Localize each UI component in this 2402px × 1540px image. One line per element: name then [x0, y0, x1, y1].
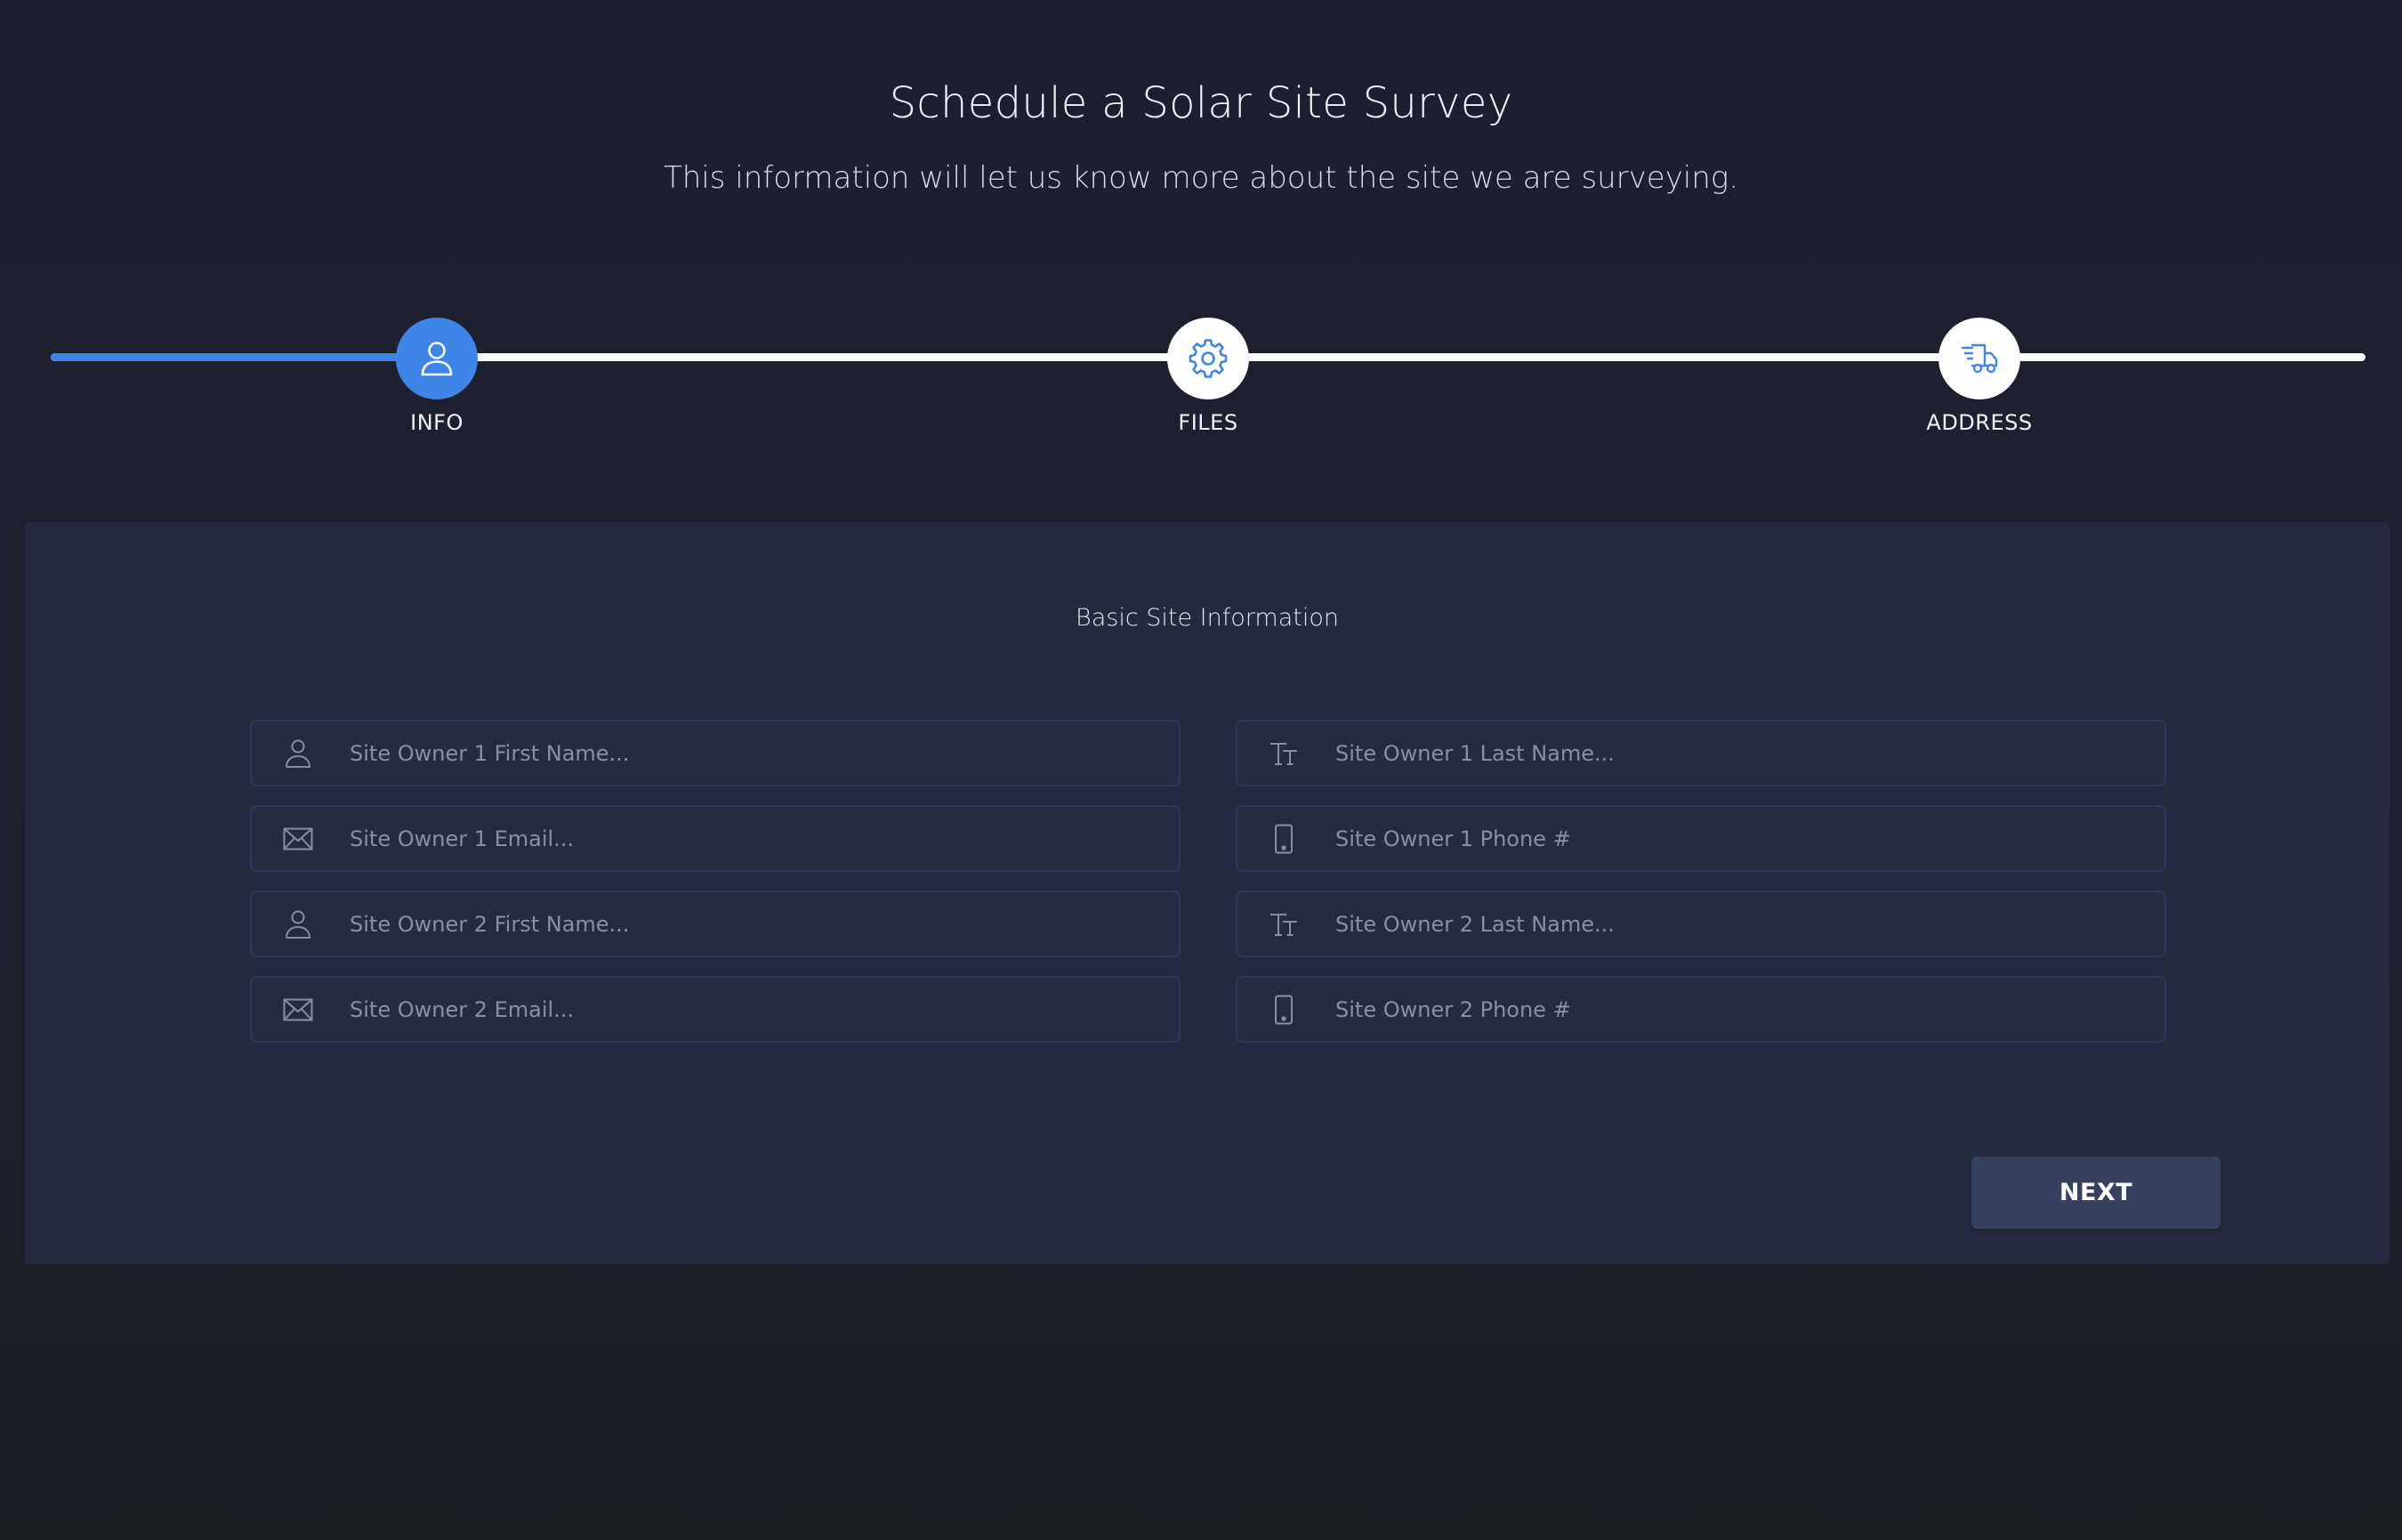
owner1-last-name-input[interactable] — [1334, 739, 2138, 767]
step-files-circle[interactable] — [1167, 318, 1249, 399]
step-address-label: ADDRESS — [1926, 410, 2033, 435]
step-info[interactable]: INFO — [330, 318, 544, 435]
owner1-phone-input[interactable] — [1334, 825, 2138, 852]
step-address[interactable]: ADDRESS — [1873, 318, 2086, 435]
owner2-last-name-input[interactable] — [1334, 910, 2138, 938]
form-card: Basic Site Information Site Owner 1 Firs… — [25, 522, 2390, 1264]
page-title: Schedule a Solar Site Survey — [889, 78, 1513, 128]
owner2-first-name-input[interactable] — [348, 910, 1152, 938]
owner2-last-name-field[interactable] — [1236, 891, 2166, 957]
form-title: Basic Site Information — [1076, 604, 1339, 632]
step-address-circle[interactable] — [1939, 318, 2020, 399]
text-size-icon — [1264, 905, 1303, 944]
step-files-label: FILES — [1178, 410, 1238, 435]
owner1-first-name-input[interactable] — [348, 739, 1152, 767]
envelope-icon — [278, 819, 318, 859]
owner1-email-input[interactable] — [348, 825, 1152, 852]
step-info-label: INFO — [410, 410, 463, 435]
owner2-phone-field[interactable] — [1236, 976, 2166, 1043]
owner2-email-input[interactable] — [348, 996, 1152, 1023]
owner2-phone-input[interactable] — [1334, 996, 2138, 1023]
user-icon — [278, 734, 318, 773]
phone-icon — [1264, 990, 1303, 1029]
owner1-phone-field[interactable] — [1236, 805, 2166, 872]
user-icon — [421, 342, 453, 376]
envelope-icon — [278, 990, 318, 1029]
text-size-icon — [1264, 734, 1303, 773]
owner1-last-name-field[interactable] — [1236, 720, 2166, 786]
owner1-email-field[interactable] — [250, 805, 1181, 872]
page-subtitle: This information will let us know more a… — [663, 160, 1739, 196]
phone-icon — [1264, 819, 1303, 859]
step-files[interactable]: FILES — [1101, 318, 1315, 435]
owner1-first-name-field[interactable] — [250, 720, 1181, 786]
owner2-first-name-field[interactable] — [250, 891, 1181, 957]
delivery-truck-icon — [1961, 343, 1998, 374]
step-info-circle[interactable] — [396, 318, 478, 399]
next-button[interactable]: NEXT — [1971, 1157, 2221, 1229]
gear-icon — [1189, 339, 1228, 378]
user-icon — [278, 905, 318, 944]
owner2-email-field[interactable] — [250, 976, 1181, 1043]
